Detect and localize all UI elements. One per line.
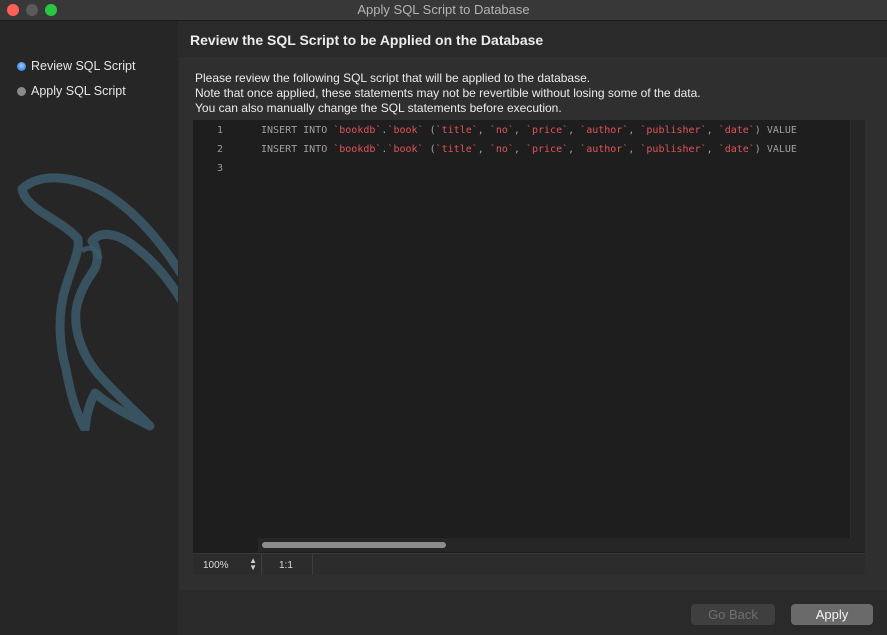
step-label: Review SQL Script [31,59,136,73]
apply-sql-script-window: Apply SQL Script to Database Review SQL … [0,0,887,635]
sql-punctuation: , [568,125,581,136]
sql-identifier: `author` [580,125,629,136]
wizard-steps-sidebar: Review SQL Script Apply SQL Script [0,21,178,635]
sql-punctuation: ( [423,125,436,136]
sql-identifier: `bookdb` [333,125,382,136]
step-apply-sql-script: Apply SQL Script [17,82,126,100]
description-line: Please review the following SQL script t… [195,71,591,85]
sql-identifier: `price` [525,125,569,136]
description-line: Note that once applied, these statements… [195,86,701,100]
horizontal-scrollbar-thumb[interactable] [262,542,446,548]
sql-identifier: `no` [489,144,514,155]
sql-punctuation: ( [423,144,436,155]
apply-button[interactable]: Apply [791,604,873,625]
code-line[interactable]: INSERT INTO `bookdb`.`book` (`title`, `n… [261,144,797,155]
sql-identifier: `title` [435,125,478,136]
sql-punctuation: , [628,125,641,136]
go-back-button[interactable]: Go Back [691,604,775,625]
zoom-level-select[interactable]: 100% ▲ ▼ [193,554,262,575]
window-title: Apply SQL Script to Database [357,2,530,17]
sql-punctuation: , [477,144,490,155]
sql-identifier: `bookdb` [333,144,382,155]
line-number: 3 [216,163,223,174]
sql-punctuation: ) VALUE [754,144,797,155]
sql-identifier: `author` [580,144,629,155]
zoom-level-value: 100% [203,559,229,571]
title-bar: Apply SQL Script to Database [0,0,887,21]
sql-keyword: INSERT INTO [261,125,334,136]
up-down-chevron-icon[interactable]: ▲ ▼ [249,557,257,572]
sql-punctuation: , [706,144,719,155]
sql-punctuation: , [477,125,490,136]
line-number: 1 [216,125,223,136]
dolphin-logo-icon [17,173,178,431]
editor-status-bar: 100% ▲ ▼ 1:1 [193,553,865,575]
step-label: Apply SQL Script [31,84,126,98]
line-number-gutter: 1 2 3 [193,120,243,552]
horizontal-scrollbar[interactable] [258,538,851,552]
sql-identifier: `no` [489,125,514,136]
sql-identifier: `date` [718,125,755,136]
active-step-bullet-icon [17,61,26,71]
step-review-sql-script: Review SQL Script [17,57,135,75]
page-title: Review the SQL Script to be Applied on t… [190,32,544,48]
sql-punctuation: , [513,144,526,155]
sql-editor[interactable]: 1 2 3 INSERT INTO `bookdb`.`book` (`titl… [193,120,865,575]
description-line: You can also manually change the SQL sta… [195,101,562,115]
sql-punctuation: , [568,144,581,155]
sql-punctuation: , [706,125,719,136]
sql-identifier: `date` [718,144,755,155]
sql-punctuation: ) VALUE [754,125,797,136]
sql-identifier: `title` [435,144,478,155]
sql-identifier: `publisher` [640,144,707,155]
sql-identifier: `price` [525,144,569,155]
cursor-position: 1:1 [262,554,313,575]
sql-punctuation: , [513,125,526,136]
cursor-position-value: 1:1 [279,559,293,571]
sql-identifier: `book` [387,144,424,155]
line-number: 2 [216,144,223,155]
code-line[interactable]: INSERT INTO `bookdb`.`book` (`title`, `n… [261,125,797,136]
sql-identifier: `book` [387,125,424,136]
pending-step-bullet-icon [17,86,26,96]
vertical-scrollbar[interactable] [850,120,865,552]
sql-identifier: `publisher` [640,125,707,136]
sql-punctuation: , [628,144,641,155]
sql-keyword: INSERT INTO [261,144,334,155]
